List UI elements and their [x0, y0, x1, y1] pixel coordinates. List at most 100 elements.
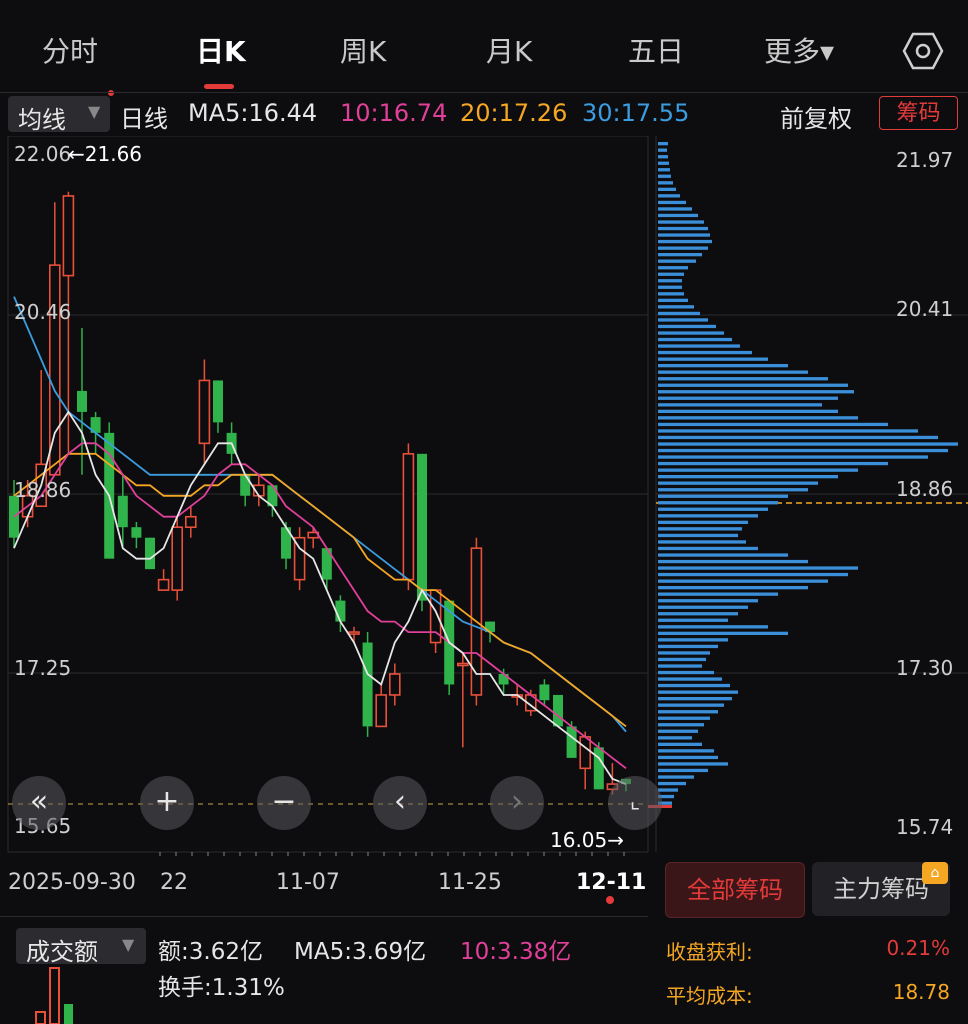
volume-bar [49, 967, 60, 1024]
chip-bar [658, 494, 788, 498]
candle-body [375, 694, 388, 728]
candle-body [213, 380, 223, 423]
ma10-value: 10:16.74 [340, 99, 448, 127]
chip-bar [658, 683, 730, 688]
all-chips-button[interactable]: 全部筹码 [665, 862, 805, 918]
chip-bar [658, 762, 728, 766]
chip-bar [658, 259, 696, 263]
tab-weekly-k[interactable]: 周K [340, 30, 386, 70]
chip-bar [658, 239, 712, 244]
chip-bar [658, 181, 673, 185]
date-label-1: 2025-09-30 [8, 870, 136, 895]
date-label-4: 12-11 [576, 870, 647, 895]
candle-body [185, 515, 197, 529]
tab-more[interactable]: 更多▾ [764, 30, 834, 70]
chevron-right-icon[interactable]: › [490, 776, 544, 830]
chip-bar [658, 455, 928, 459]
candle-body [566, 726, 577, 758]
chip-bar [658, 350, 752, 355]
chip-bar [658, 768, 708, 773]
chip-bar [658, 253, 702, 257]
chip-bar [658, 514, 758, 518]
expand-icon[interactable]: ⌞ [608, 776, 662, 830]
chip-bar [658, 475, 838, 479]
candle-body [198, 379, 211, 445]
chip-bar [658, 435, 938, 440]
ma30-value: 30:17.55 [582, 99, 690, 127]
candle-body [348, 631, 360, 635]
chip-bar [658, 540, 746, 544]
kline-chart[interactable] [0, 136, 968, 856]
chip-bar [658, 416, 858, 420]
chip-bar [658, 298, 688, 302]
high-price-marker: ←21.66 [68, 142, 143, 166]
candle-body [579, 736, 592, 770]
avg-cost-value: 18.78 [892, 980, 950, 1004]
chip-bar [658, 357, 768, 361]
chip-bar [658, 625, 768, 629]
volume-amount: 额:3.62亿 [158, 939, 263, 965]
indicator-dropdown-label: 均线 [18, 106, 66, 134]
chip-bar [658, 246, 708, 250]
date-label-2: 11-07 [276, 870, 340, 895]
tab-five-day[interactable]: 五日 [628, 30, 684, 70]
chip-bar [658, 592, 778, 596]
period-tabs: 分时 日K 周K 月K 五日 更多▾ [0, 0, 968, 96]
volume-bar [64, 1004, 73, 1024]
volume-divider [0, 916, 648, 917]
chip-bar [658, 383, 848, 387]
candle-body [145, 537, 155, 570]
chip-bar [658, 370, 808, 374]
candle-body [77, 390, 87, 412]
volume-indicator-dropdown[interactable]: 成交额 ▼ [16, 928, 146, 966]
chip-bar [658, 644, 718, 649]
candle-body [240, 474, 251, 496]
chip-bar [658, 677, 722, 681]
volume-bars [35, 967, 73, 1024]
chip-distribution-button[interactable]: 筹码 [879, 96, 958, 130]
chip-bar [658, 749, 714, 753]
tab-intraday[interactable]: 分时 [42, 30, 98, 70]
chip-bar [658, 553, 788, 557]
indicator-dropdown[interactable]: 均线 ▼ [8, 96, 110, 134]
price-axis-top: 22.06 [14, 142, 72, 166]
candle-body [593, 747, 604, 790]
chip-bar [658, 586, 808, 590]
candle-body [9, 495, 19, 538]
double-left-icon[interactable]: « [12, 776, 66, 830]
chip-bar [658, 468, 858, 472]
chip-bar [658, 161, 669, 165]
candle-body [117, 495, 128, 528]
chip-bar [658, 409, 838, 413]
chip-bar [658, 631, 788, 635]
chip-bar [658, 324, 716, 329]
chip-bar [658, 331, 724, 335]
chip-bar [658, 226, 708, 231]
candle-body [456, 662, 469, 667]
notification-dot [108, 90, 114, 96]
chip-bar [658, 612, 738, 616]
chip-bar [658, 566, 858, 570]
chip-bar [658, 448, 948, 453]
chip-bar [658, 364, 788, 368]
chip-bar [658, 148, 667, 152]
chip-bar [658, 305, 694, 309]
chip-bar [658, 142, 668, 146]
tab-monthly-k[interactable]: 月K [486, 30, 532, 70]
candle-body [388, 673, 401, 696]
chip-bar [658, 200, 686, 205]
adjust-mode-button[interactable]: 前复权 [780, 99, 852, 134]
period-label: 日线 [120, 105, 168, 133]
candle-body [553, 694, 563, 727]
chip-bar [658, 155, 668, 159]
chevron-left-icon[interactable]: ‹ [373, 776, 427, 830]
chip-bar [658, 168, 670, 172]
tab-daily-k[interactable]: 日K [196, 30, 246, 70]
settings-hexagon-icon[interactable] [902, 30, 944, 72]
minus-icon[interactable]: − [257, 776, 311, 830]
chip-bar [658, 533, 738, 538]
chip-bar [658, 442, 958, 446]
chip-bar [658, 736, 692, 740]
plus-icon[interactable]: + [140, 776, 194, 830]
chip-bar [658, 788, 678, 792]
